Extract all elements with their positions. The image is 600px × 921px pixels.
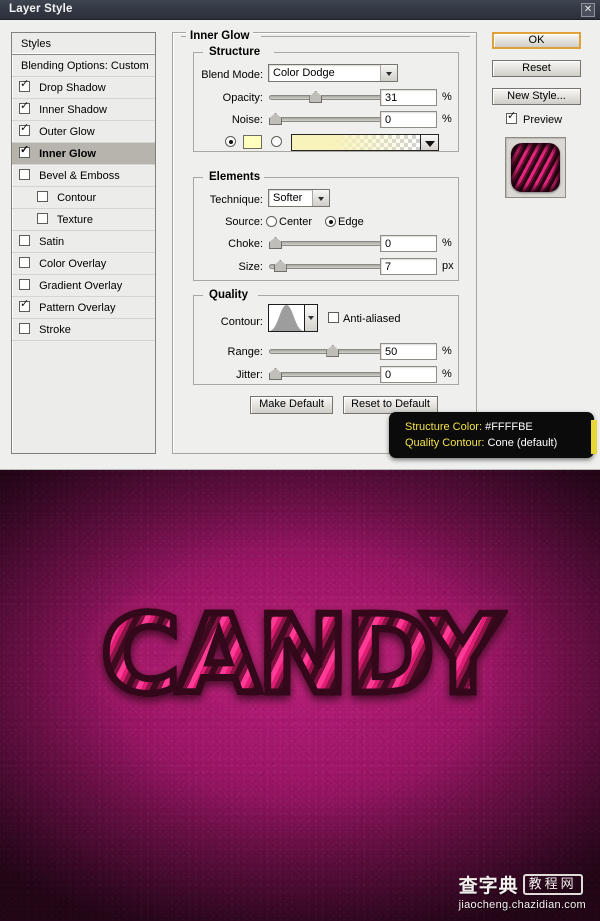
elements-legend: Elements [205,171,265,183]
tooltip-line-2: Quality Contour: Cone (default) [405,437,557,449]
divider [261,36,470,37]
checkbox-color-overlay[interactable] [19,257,30,268]
make-default-label: Make Default [259,398,324,410]
tooltip-line-1-key: Structure Color: [405,421,483,433]
close-icon[interactable]: ✕ [581,3,595,17]
ok-button[interactable]: OK [492,32,581,49]
effect-options-panel: Inner Glow Structure Blend Mode: Color D… [172,30,477,454]
checkbox-outer-glow[interactable] [19,122,30,136]
preview-thumbnail [505,137,566,198]
dialog-titlebar[interactable]: Layer Style ✕ [0,0,600,20]
sidebar-item-texture[interactable]: Texture [12,209,155,231]
reset-label: Reset [522,62,551,74]
watermark-url: jiaocheng.chazidian.com [458,899,586,911]
elements-fieldset [193,177,459,281]
checkbox-gradient-overlay[interactable] [19,279,30,290]
tooltip-line-1: Structure Color: #FFFFBE [405,421,533,433]
dialog-title: Layer Style [9,3,73,15]
sidebar-item-inner-glow[interactable]: Inner Glow [12,143,155,165]
sidebar-item-gradient-overlay[interactable]: Gradient Overlay [12,275,155,297]
structure-legend: Structure [205,46,265,58]
make-default-button[interactable]: Make Default [250,396,333,414]
new-style-label: New Style... [507,90,566,102]
ok-label: OK [528,34,545,46]
checkbox-inner-shadow[interactable] [19,100,30,114]
checkbox-inner-glow[interactable] [19,144,30,158]
layer-style-dialog: Layer Style ✕ Styles Blending Options: C… [0,0,600,470]
sidebar-item-bevel-emboss[interactable]: Bevel & Emboss [12,165,155,187]
sidebar-item-contour[interactable]: Contour [12,187,155,209]
tooltip-line-2-key: Quality Contour: [405,437,485,449]
sidebar-item-drop-shadow[interactable]: Drop Shadow [12,77,155,99]
checkbox-stroke[interactable] [19,323,30,334]
watermark: 查字典 教程网 jiaocheng.chazidian.com [459,871,586,911]
sidebar-item-label: Contour [57,192,97,204]
checkbox-bevel-emboss[interactable] [19,169,30,180]
sidebar-item-label: Color Overlay [39,258,107,270]
sidebar-item-blending-options[interactable]: Blending Options: Custom [12,55,155,77]
tooltip-accent-strip [591,420,597,454]
checkbox-pattern-overlay[interactable] [19,298,30,312]
tooltip-line-1-value: #FFFFBE [485,421,533,433]
sidebar-item-label: Gradient Overlay [39,280,123,292]
preview-checkbox-row[interactable]: Preview [506,110,563,126]
watermark-brand-box: 教程网 [522,874,583,895]
sidebar-item-inner-shadow[interactable]: Inner Shadow [12,99,155,121]
checkbox-texture[interactable] [37,213,48,224]
sidebar-item-label: Drop Shadow [39,82,106,94]
checkbox-drop-shadow[interactable] [19,78,30,92]
canvas-artwork-preview: CANDY 查字典 教程网 jiaocheng.chazidian.com [0,470,600,921]
tooltip-line-2-value: Cone (default) [487,437,558,449]
sidebar-item-stroke[interactable]: Stroke [12,319,155,341]
sidebar-item-label: Satin [39,236,65,248]
reset-to-default-label: Reset to Default [351,398,430,410]
sidebar-item-outer-glow[interactable]: Outer Glow [12,121,155,143]
sidebar-item-label: Inner Glow [39,148,96,160]
candy-text-artwork: CANDY [0,593,600,718]
sidebar-item-satin[interactable]: Satin [12,231,155,253]
new-style-button[interactable]: New Style... [492,88,581,105]
sidebar-item-label: Outer Glow [39,126,95,138]
checkbox-satin[interactable] [19,235,30,246]
watermark-brand: 查字典 [458,875,519,897]
sidebar-item-label: Bevel & Emboss [39,170,120,182]
sidebar-item-label: Pattern Overlay [39,302,116,314]
structure-fieldset [193,52,459,152]
styles-list: Styles Blending Options: Custom Drop Sha… [11,32,156,454]
annotation-tooltip: Structure Color: #FFFFBE Quality Contour… [389,412,597,458]
preview-label: Preview [523,114,563,126]
styles-list-header: Styles [12,33,155,55]
quality-legend: Quality [205,289,252,301]
quality-fieldset [193,295,459,385]
sidebar-item-label: Texture [56,214,93,226]
sidebar-item-color-overlay[interactable]: Color Overlay [12,253,155,275]
watermark-brand-row: 查字典 教程网 [459,871,586,898]
sidebar-item-label: Stroke [39,324,71,336]
reset-button[interactable]: Reset [492,60,581,77]
sidebar-item-label: Inner Shadow [39,104,107,116]
effect-title: Inner Glow [186,30,254,42]
candy-text: CANDY [97,593,505,718]
preview-art [511,143,560,192]
sidebar-item-pattern-overlay[interactable]: Pattern Overlay [12,297,155,319]
checkbox-preview[interactable] [506,110,517,124]
checkbox-contour[interactable] [37,191,48,202]
